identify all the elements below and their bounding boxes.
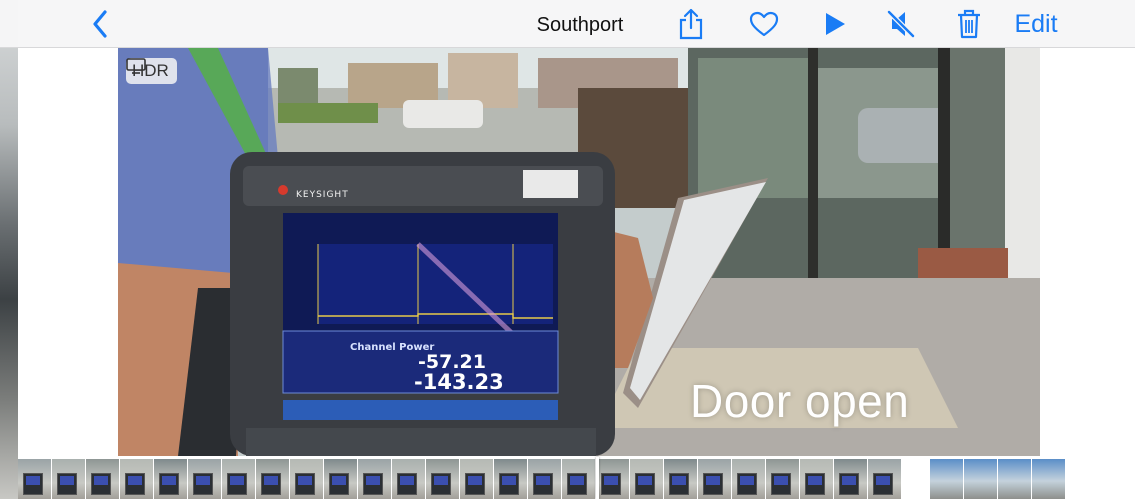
thumbnail-screen: [128, 476, 142, 485]
thumbnail-image: [998, 459, 1031, 499]
filmstrip-thumbnail[interactable]: [998, 459, 1031, 499]
thumbnail-screen: [298, 476, 312, 485]
filmstrip-thumbnail[interactable]: [392, 459, 425, 499]
filmstrip-thumbnail[interactable]: [630, 459, 663, 499]
thumbnail-screen: [638, 476, 652, 485]
mute-button[interactable]: [882, 6, 920, 42]
back-button[interactable]: [84, 6, 116, 42]
filmstrip-thumbnail[interactable]: [120, 459, 153, 499]
share-button[interactable]: [674, 6, 708, 42]
thumbnail-screen: [740, 476, 754, 485]
thumbnail-screen: [26, 476, 40, 485]
filmstrip-thumbnail[interactable]: [732, 459, 765, 499]
thumbnail-screen: [162, 476, 176, 485]
share-icon: [679, 8, 703, 40]
device-brand: KEYSIGHT: [296, 190, 349, 200]
filmstrip-thumbnail[interactable]: [1032, 459, 1065, 499]
thumbnail-screen: [366, 476, 380, 485]
thumbnail-screen: [536, 476, 550, 485]
filmstrip-thumbnail[interactable]: [358, 459, 391, 499]
thumbnail-screen: [808, 476, 822, 485]
filmstrip-thumbnail[interactable]: [562, 459, 595, 499]
hdr-badge[interactable]: HDR: [126, 58, 177, 84]
thumbnail-screen: [706, 476, 720, 485]
photo-viewer: Southport Edit HDR KEYSIGHT Channel Powe…: [0, 0, 1135, 499]
thumbnail-screen: [570, 476, 584, 485]
thumbnail-screen: [468, 476, 482, 485]
thumbnail-screen: [434, 476, 448, 485]
thumbnail-image: [964, 459, 997, 499]
filmstrip-thumbnail[interactable]: [18, 459, 51, 499]
filmstrip-thumbnail[interactable]: [324, 459, 357, 499]
filmstrip-thumbnail[interactable]: [930, 459, 963, 499]
display-icon: [126, 58, 146, 74]
thumbnail-screen: [774, 476, 788, 485]
main-photo[interactable]: HDR KEYSIGHT Channel Power -57.21 -143.2…: [118, 48, 1040, 456]
power-spectral-density-value: -143.23: [414, 370, 504, 394]
filmstrip-scrubber[interactable]: [596, 457, 599, 499]
play-button[interactable]: [818, 6, 852, 42]
thumbnail-screen: [60, 476, 74, 485]
page-title: Southport: [536, 14, 624, 36]
filmstrip-thumbnail[interactable]: [596, 459, 629, 499]
thumbnail-screen: [604, 476, 618, 485]
thumbnail-image: [1032, 459, 1065, 499]
filmstrip-thumbnail[interactable]: [494, 459, 527, 499]
filmstrip-thumbnail[interactable]: [868, 459, 901, 499]
filmstrip-thumbnail[interactable]: [256, 459, 289, 499]
trash-icon: [958, 9, 980, 39]
filmstrip-thumbnail[interactable]: [800, 459, 833, 499]
filmstrip-thumbnail[interactable]: [290, 459, 323, 499]
delete-button[interactable]: [952, 6, 986, 42]
filmstrip-thumbnail[interactable]: [834, 459, 867, 499]
filmstrip-thumbnail[interactable]: [52, 459, 85, 499]
previous-photo-edge[interactable]: [0, 0, 18, 499]
filmstrip-thumbnail[interactable]: [664, 459, 697, 499]
thumbnail-image: [930, 459, 963, 499]
thumbnail-screen: [332, 476, 346, 485]
thumbnail-screen: [230, 476, 244, 485]
filmstrip-thumbnail[interactable]: [698, 459, 731, 499]
edit-button[interactable]: Edit: [1006, 6, 1066, 42]
thumbnail-screen: [94, 476, 108, 485]
thumbnail-screen: [196, 476, 210, 485]
thumbnail-screen: [502, 476, 516, 485]
filmstrip[interactable]: [18, 457, 1135, 499]
filmstrip-thumbnail[interactable]: [86, 459, 119, 499]
filmstrip-thumbnail[interactable]: [766, 459, 799, 499]
thumbnail-screen: [400, 476, 414, 485]
chevron-left-icon: [93, 10, 107, 38]
heart-icon: [749, 11, 779, 37]
thumbnail-screen: [264, 476, 278, 485]
thumbnail-screen: [876, 476, 890, 485]
filmstrip-thumbnail[interactable]: [188, 459, 221, 499]
filmstrip-thumbnail[interactable]: [528, 459, 561, 499]
filmstrip-thumbnail[interactable]: [964, 459, 997, 499]
speaker-muted-icon: [887, 10, 915, 38]
filmstrip-thumbnail[interactable]: [154, 459, 187, 499]
filmstrip-thumbnail[interactable]: [426, 459, 459, 499]
filmstrip-thumbnail[interactable]: [460, 459, 493, 499]
thumbnail-screen: [842, 476, 856, 485]
thumbnail-screen: [672, 476, 686, 485]
top-navigation-bar: Southport Edit: [0, 0, 1135, 48]
photo-caption: Door open: [690, 375, 910, 427]
filmstrip-thumbnail[interactable]: [222, 459, 255, 499]
favorite-button[interactable]: [746, 6, 782, 42]
play-icon: [826, 13, 845, 35]
